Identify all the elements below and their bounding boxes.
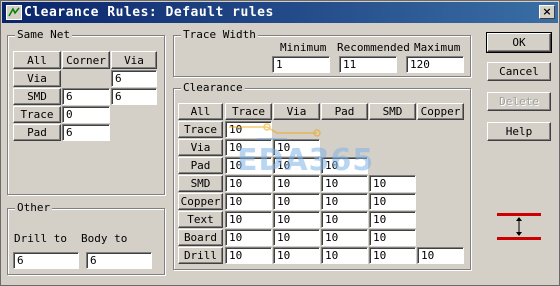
clearance-all-button[interactable]: All <box>178 103 223 120</box>
clearance-smd-pad-field[interactable]: 10 <box>321 175 368 192</box>
clearance-row-smd[interactable]: SMD <box>178 175 223 192</box>
other-title: Other <box>15 201 53 214</box>
window-title: Clearance Rules: Default rules <box>24 5 274 20</box>
clearance-rules-dialog: Clearance Rules: Default rules × Same Ne… <box>0 0 560 286</box>
clearance-header-copper[interactable]: Copper <box>417 103 464 120</box>
clearance-drill-via-field[interactable]: 10 <box>273 247 320 264</box>
drill-to-field[interactable]: 6 <box>13 252 79 269</box>
body-to-field[interactable]: 6 <box>86 252 152 269</box>
clearance-drill-trace-field[interactable]: 10 <box>225 247 272 264</box>
app-icon <box>6 5 22 20</box>
clearance-gap-icon <box>497 213 541 240</box>
clearance-header-via[interactable]: Via <box>273 103 320 120</box>
clearance-row-copper[interactable]: Copper <box>178 193 223 210</box>
cancel-button[interactable]: Cancel <box>487 62 551 81</box>
same-net-row-trace[interactable]: Trace <box>13 106 61 123</box>
same-net-row-pad[interactable]: Pad <box>13 124 61 141</box>
clearance-smd-trace-field[interactable]: 10 <box>225 175 272 192</box>
ok-button[interactable]: OK <box>486 32 552 53</box>
clearance-board-trace-field[interactable]: 10 <box>225 229 272 246</box>
same-net-via-header[interactable]: Via <box>111 51 157 69</box>
clearance-copper-smd-field[interactable]: 10 <box>369 193 416 210</box>
same-net-corner-header[interactable]: Corner <box>62 51 110 69</box>
clearance-via-via-field[interactable]: 10 <box>273 139 320 156</box>
trace-width-maximum-field[interactable]: 120 <box>406 56 464 73</box>
same-net-smd-corner-field[interactable]: 6 <box>62 88 110 105</box>
clearance-pad-pad-field[interactable]: 10 <box>321 157 368 174</box>
clearance-header-trace[interactable]: Trace <box>225 103 272 120</box>
close-icon[interactable]: × <box>539 5 555 19</box>
recommended-label: Recommended <box>337 41 410 54</box>
clearance-copper-pad-field[interactable]: 10 <box>321 193 368 210</box>
clearance-text-smd-field[interactable]: 10 <box>369 211 416 228</box>
same-net-pad-corner-field[interactable]: 6 <box>62 124 110 141</box>
clearance-pad-trace-field[interactable]: 10 <box>225 157 272 174</box>
clearance-drill-smd-field[interactable]: 10 <box>369 247 416 264</box>
clearance-drill-copper-field[interactable]: 10 <box>417 247 464 264</box>
clearance-text-pad-field[interactable]: 10 <box>321 211 368 228</box>
clearance-text-trace-field[interactable]: 10 <box>225 211 272 228</box>
same-net-smd-via-field[interactable]: 6 <box>111 88 157 105</box>
clearance-copper-trace-field[interactable]: 10 <box>225 193 272 210</box>
title-bar: Clearance Rules: Default rules × <box>2 2 558 23</box>
delete-button[interactable]: Delete <box>487 92 551 111</box>
same-net-trace-corner-field[interactable]: 0 <box>62 106 110 123</box>
clearance-pad-via-field[interactable]: 10 <box>273 157 320 174</box>
same-net-title: Same Net <box>15 28 72 41</box>
clearance-row-pad[interactable]: Pad <box>178 157 223 174</box>
maximum-label: Maximum <box>414 41 461 54</box>
clearance-row-via[interactable]: Via <box>178 139 223 156</box>
body-to-label: Body to <box>81 232 128 245</box>
trace-width-title: Trace Width <box>181 28 258 41</box>
trace-width-recommended-field[interactable]: 11 <box>339 56 397 73</box>
clearance-board-smd-field[interactable]: 10 <box>369 229 416 246</box>
clearance-row-trace[interactable]: Trace <box>178 121 223 138</box>
same-net-all-button[interactable]: All <box>13 51 61 69</box>
clearance-board-pad-field[interactable]: 10 <box>321 229 368 246</box>
clearance-row-board[interactable]: Board <box>178 229 223 246</box>
clearance-via-trace-field[interactable]: 10 <box>225 139 272 156</box>
clearance-header-smd[interactable]: SMD <box>369 103 416 120</box>
drill-to-label: Drill to <box>14 232 67 245</box>
clearance-row-drill[interactable]: Drill <box>178 247 223 264</box>
clearance-copper-via-field[interactable]: 10 <box>273 193 320 210</box>
same-net-via-via-field[interactable]: 6 <box>111 70 157 87</box>
same-net-row-via[interactable]: Via <box>13 70 61 87</box>
trace-width-minimum-field[interactable]: 1 <box>272 56 330 73</box>
clearance-smd-smd-field[interactable]: 10 <box>369 175 416 192</box>
minimum-label: Minimum <box>280 41 327 54</box>
clearance-trace-trace-field[interactable]: 10 <box>225 121 272 138</box>
clearance-row-text[interactable]: Text <box>178 211 223 228</box>
same-net-row-smd[interactable]: SMD <box>13 88 61 105</box>
clearance-text-via-field[interactable]: 10 <box>273 211 320 228</box>
clearance-smd-via-field[interactable]: 10 <box>273 175 320 192</box>
clearance-board-via-field[interactable]: 10 <box>273 229 320 246</box>
clearance-header-pad[interactable]: Pad <box>321 103 368 120</box>
clearance-drill-pad-field[interactable]: 10 <box>321 247 368 264</box>
clearance-title: Clearance <box>181 81 245 94</box>
help-button[interactable]: Help <box>487 122 551 141</box>
